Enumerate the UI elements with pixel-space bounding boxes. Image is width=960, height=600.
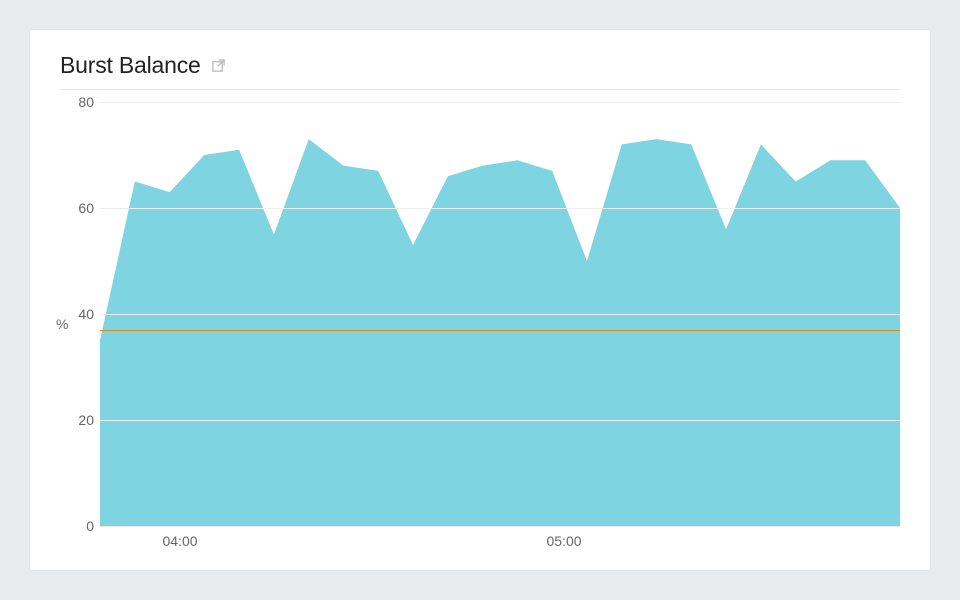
grid-line (100, 102, 900, 103)
grid-line (100, 208, 900, 209)
panel-header: Burst Balance (60, 52, 900, 90)
chart-panel: Burst Balance % 020406080 04:0005:00 (30, 30, 930, 570)
y-tick-label: 20 (66, 412, 94, 428)
threshold-line (100, 330, 900, 331)
external-link-icon[interactable] (211, 58, 226, 73)
grid-line (100, 314, 900, 315)
x-tick-label: 05:00 (546, 533, 581, 549)
y-tick-label: 40 (66, 306, 94, 322)
y-tick-label: 60 (66, 200, 94, 216)
x-axis: 04:00 05:00 (100, 526, 900, 554)
x-tick-label: 04:00 (162, 533, 197, 549)
y-tick-label: 0 (66, 518, 94, 534)
plot-box[interactable]: 020406080 04:00 05:00 (100, 94, 900, 554)
y-axis: % (60, 94, 100, 554)
chart-area: % 020406080 04:0005:00 (60, 94, 900, 554)
y-tick-label: 80 (66, 94, 94, 110)
grid-line (100, 420, 900, 421)
panel-title: Burst Balance (60, 52, 201, 79)
plot-inner: 020406080 (100, 102, 900, 526)
